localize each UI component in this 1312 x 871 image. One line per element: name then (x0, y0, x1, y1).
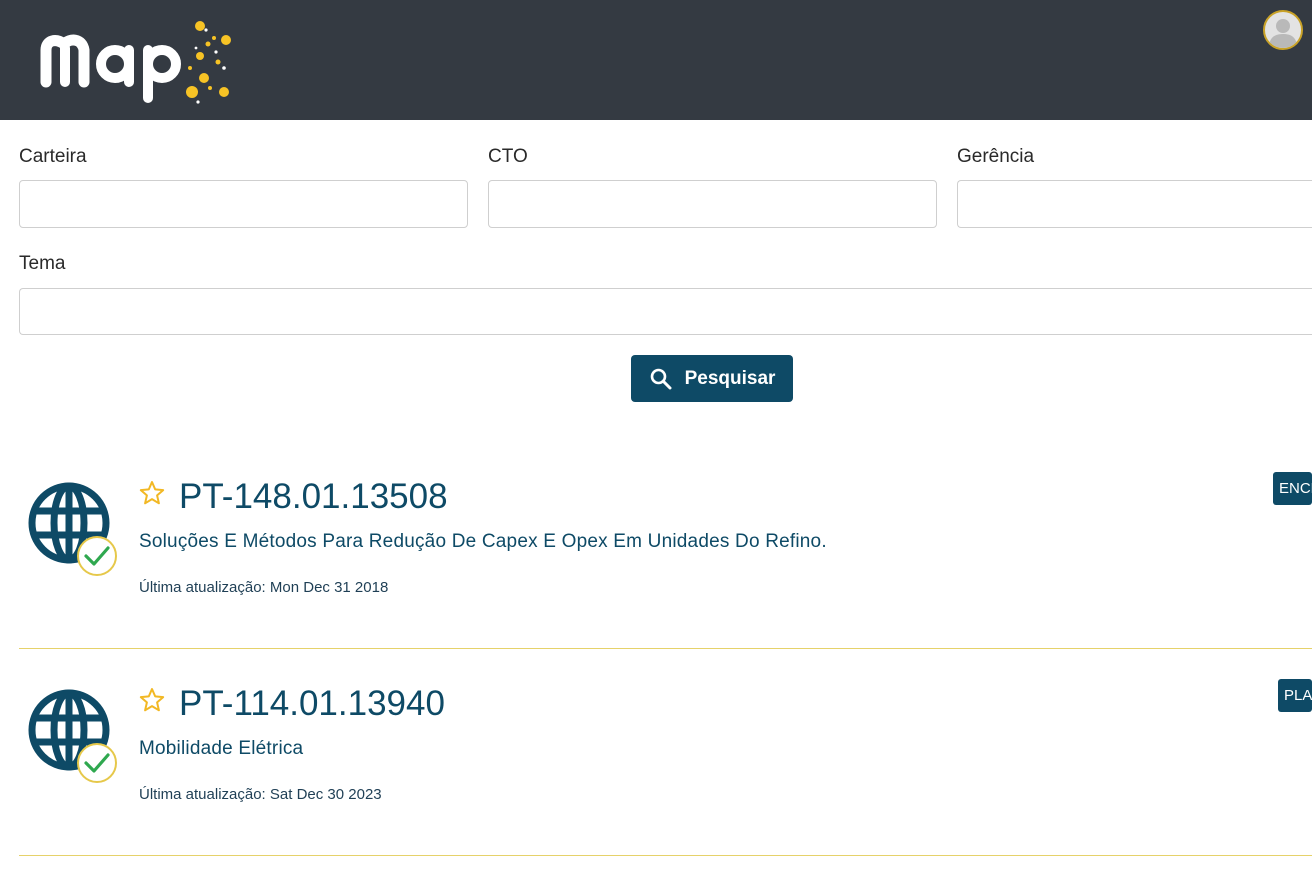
search-button-label: Pesquisar (684, 367, 776, 389)
project-title: Soluções E Métodos Para Redução De Capex… (139, 531, 827, 552)
project-globe-wrap (26, 480, 122, 592)
project-last-updated: Última atualização: Sat Dec 30 2023 (139, 786, 382, 803)
project-code[interactable]: PT-114.01.13940 (179, 686, 445, 721)
status-badge: ENCE (1273, 472, 1312, 505)
gerencia-input[interactable] (957, 180, 1312, 228)
carteira-input[interactable] (19, 180, 468, 228)
project-code[interactable]: PT-148.01.13508 (179, 479, 448, 514)
star-outline-icon[interactable] (139, 687, 165, 713)
project-card[interactable]: PT-148.01.13508 Soluções E Métodos Para … (0, 441, 1312, 648)
star-outline-icon[interactable] (139, 480, 165, 506)
divider (19, 855, 1312, 856)
carteira-label: Carteira (19, 146, 87, 167)
project-globe-wrap (26, 687, 122, 799)
search-button[interactable]: Pesquisar (631, 355, 793, 402)
top-header (0, 0, 1312, 120)
check-icon (84, 753, 110, 773)
tema-label: Tema (19, 253, 66, 274)
status-badge: PLA (1278, 679, 1312, 712)
status-check-badge (77, 536, 117, 576)
cto-label: CTO (488, 146, 528, 167)
project-last-updated: Última atualização: Mon Dec 31 2018 (139, 579, 389, 596)
tema-input[interactable] (19, 288, 1312, 335)
project-card[interactable]: PT-114.01.13940 Mobilidade Elétrica Últi… (0, 648, 1312, 855)
user-avatar-icon[interactable] (1263, 10, 1303, 50)
status-check-badge (77, 743, 117, 783)
search-icon (650, 368, 672, 389)
project-title: Mobilidade Elétrica (139, 738, 304, 759)
cto-input[interactable] (488, 180, 937, 228)
map-logo[interactable] (40, 18, 236, 108)
gerencia-label: Gerência (957, 146, 1035, 167)
check-icon (84, 546, 110, 566)
